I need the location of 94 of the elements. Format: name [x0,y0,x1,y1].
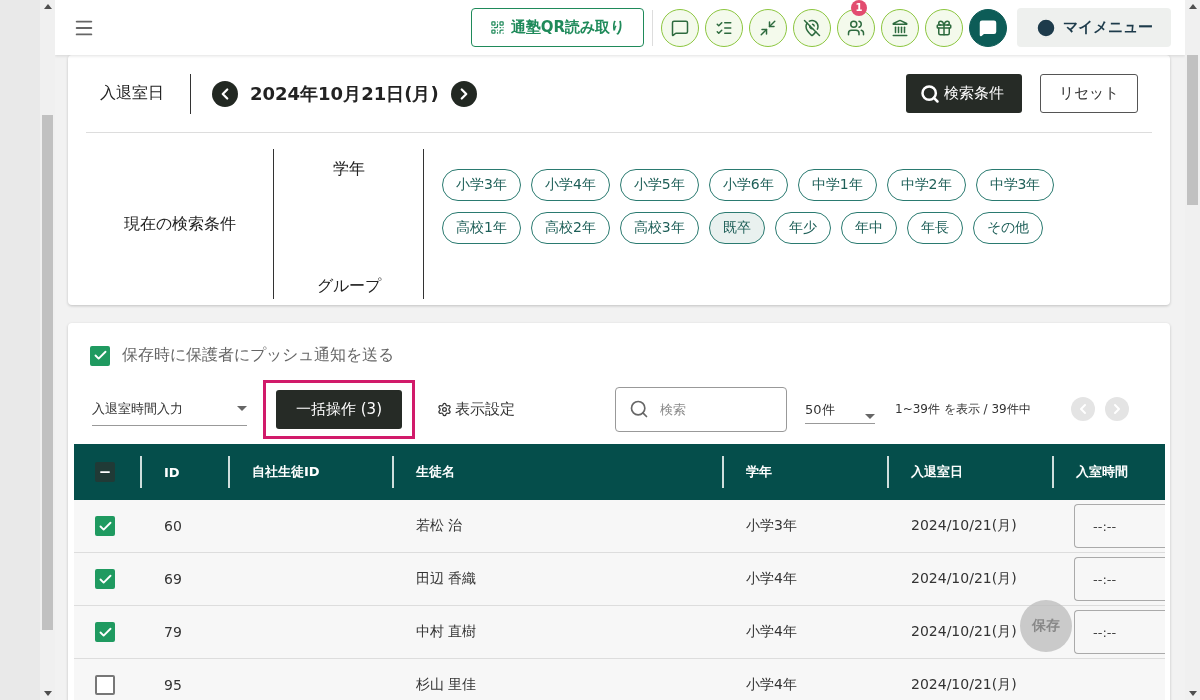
column-header[interactable]: 学年 [722,456,887,488]
scrollbar-thumb[interactable] [42,115,53,630]
grade-chip[interactable]: 高校2年 [530,212,610,244]
grade-cell: 小学4年 [746,623,797,641]
id-cell: 60 [164,518,182,534]
student-name-cell: 田辺 香織 [416,570,477,588]
grade-chip[interactable]: 小学3年 [442,169,521,201]
id-cell: 69 [164,571,182,587]
next-day-button[interactable] [450,80,477,107]
arrows-inward-icon [759,18,777,37]
qr-code-icon [489,20,505,35]
id-cell: 79 [164,624,182,640]
bank-button[interactable] [881,8,919,47]
scrollbar-thumb[interactable] [1187,55,1198,205]
entry-time-field[interactable]: --:-- [1074,610,1165,654]
search-icon [920,83,940,104]
grade-chip[interactable]: 高校1年 [442,212,521,244]
date-cell: 2024/10/21(月) [911,676,1017,694]
column-header[interactable]: 生徒名 [392,456,722,488]
row-checkbox[interactable] [95,569,115,589]
student-name-cell: 中村 直樹 [416,623,477,641]
previous-day-button[interactable] [212,80,238,107]
push-notify-label: 保存時に保護者にプッシュ通知を送る [122,345,394,366]
search-field[interactable]: 検索 [615,386,787,432]
qr-scan-button[interactable]: 通塾QR読み取り [470,8,644,47]
grade-chip[interactable]: その他 [972,212,1043,244]
scroll-down-icon[interactable] [1188,691,1197,696]
search-conditions-button[interactable]: 検索条件 [906,74,1022,113]
grade-chip[interactable]: 小学4年 [530,169,610,201]
search-icon [629,398,649,419]
scroll-up-icon[interactable] [1188,4,1197,9]
grade-chip[interactable]: 中学1年 [797,169,877,201]
date-label: 入退室日 [100,83,164,104]
scrollbar[interactable] [40,0,55,700]
scrollbar[interactable] [1185,0,1200,700]
grade-cell: 小学4年 [746,570,797,588]
select-all-checkbox[interactable] [95,462,115,482]
dropdown-arrow-icon [865,414,875,419]
push-notify-checkbox[interactable] [90,345,110,366]
current-date: 2024年10月21日(月) [250,81,439,106]
crossed-pin-button[interactable] [793,8,831,47]
row-checkbox[interactable] [95,622,115,642]
column-header[interactable]: ID [140,456,228,488]
column-header[interactable]: 入退室日 [887,456,1052,488]
row-checkbox[interactable] [95,675,115,695]
page-size-select[interactable]: 50件 [805,394,875,424]
grade-chip[interactable]: 中学3年 [975,169,1055,201]
row-checkbox[interactable] [95,516,115,536]
check-icon [92,348,108,363]
grade-chip[interactable]: 高校3年 [619,212,699,244]
dropdown-arrow-icon [237,406,247,411]
column-header[interactable]: 入室時間 [1052,456,1165,488]
bank-icon [891,18,909,37]
display-settings-button[interactable]: 表示設定 [437,399,515,419]
conditions-title: 現在の検索条件 [123,213,236,235]
grade-cell: 小学4年 [746,676,797,694]
speech-bubble-icon [979,18,997,37]
grade-chip[interactable]: 年少 [774,212,831,244]
grade-cell: 小学3年 [746,517,797,535]
grade-chip[interactable]: 年中 [840,212,897,244]
grade-chip[interactable]: 年長 [906,212,963,244]
student-name-cell: 若松 治 [416,517,463,535]
scroll-down-icon[interactable] [43,691,52,696]
entry-time-field[interactable]: --:-- [1074,504,1165,548]
grade-chip[interactable]: 小学6年 [708,169,788,201]
checklist-button[interactable] [705,8,743,47]
crossed-pin-icon [803,18,821,37]
gift-button[interactable] [925,8,963,47]
grade-chip[interactable]: 中学2年 [886,169,966,201]
group-label: グループ [316,276,381,297]
student-name-cell: 杉山 里佳 [416,676,477,694]
speech-bubble-icon [671,18,689,37]
id-cell: 95 [164,677,182,693]
mode-select[interactable]: 入退室時間入力 [92,392,247,426]
bulk-action-button[interactable]: 一括操作 (3) [276,389,402,429]
date-cell: 2024/10/21(月) [911,623,1017,641]
arrows-inward-button[interactable] [749,8,787,47]
grade-chip[interactable]: 小学5年 [619,169,699,201]
speech-bubble-button[interactable] [661,8,699,47]
gift-icon [935,18,953,37]
date-cell: 2024/10/21(月) [911,517,1017,535]
entry-time-field[interactable]: --:-- [1074,557,1165,601]
notification-badge: 1 [851,0,867,16]
reset-button[interactable]: リセット [1040,74,1138,113]
grade-label: 学年 [332,159,365,180]
grade-chip[interactable]: 既卒 [708,212,765,244]
chat-button[interactable] [969,8,1007,47]
scroll-up-icon[interactable] [43,4,52,9]
group-icon [847,18,865,37]
my-menu-button[interactable]: マイメニュー [1017,8,1171,47]
range-text: 1~39件 を表示 / 39件中 [895,400,1031,418]
settings-icon [437,401,452,417]
column-header[interactable]: 自社生徒ID [228,456,392,488]
date-cell: 2024/10/21(月) [911,570,1017,588]
